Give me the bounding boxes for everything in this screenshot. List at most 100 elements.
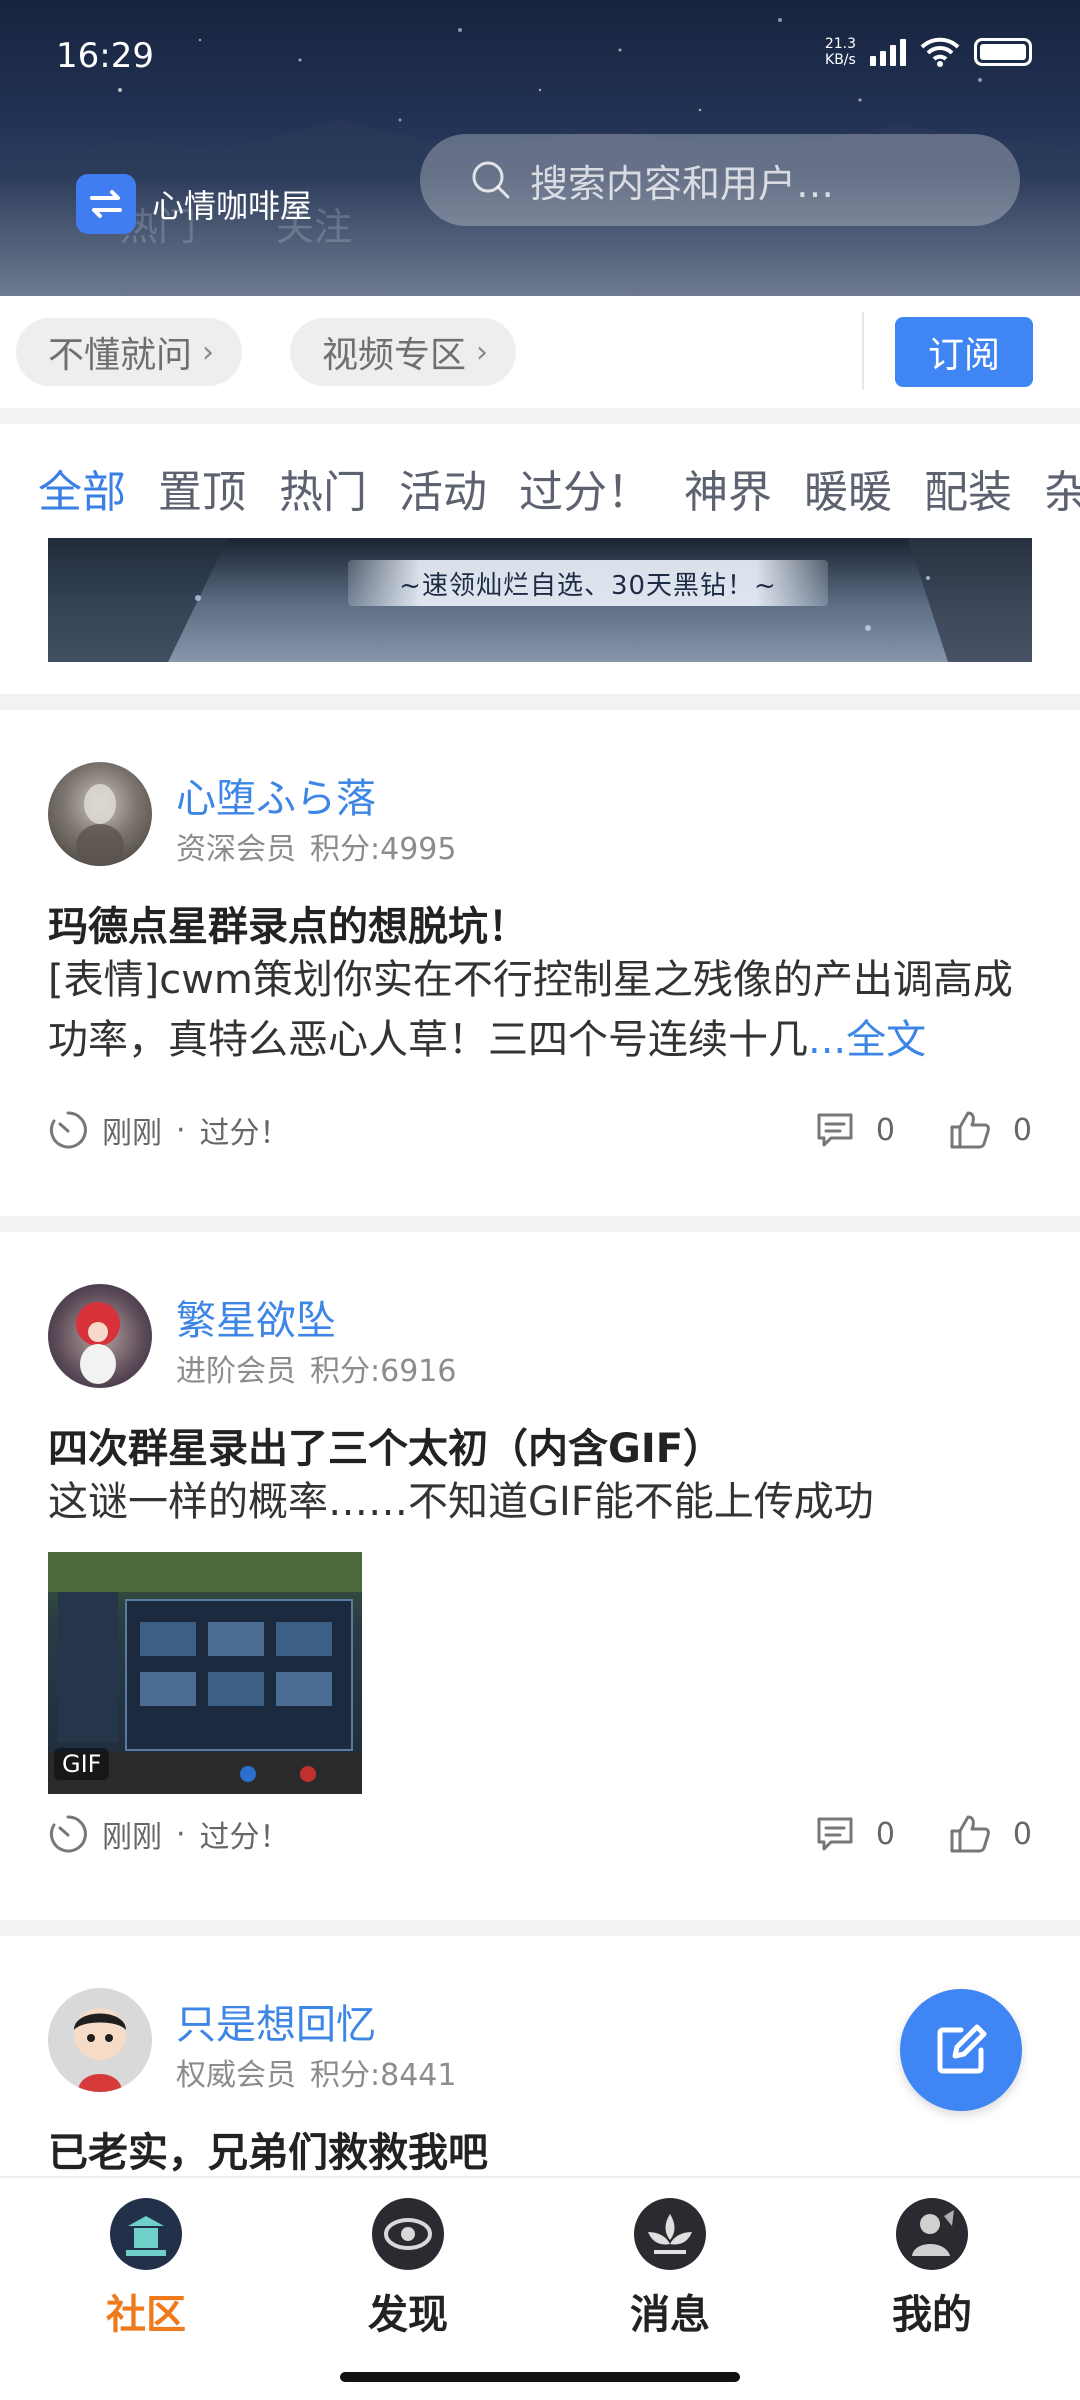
- comment-button[interactable]: 0: [816, 1816, 895, 1852]
- network-speed-unit: KB/s: [825, 52, 856, 68]
- comment-count: 0: [875, 1112, 895, 1148]
- tab-misc[interactable]: 杂: [1044, 456, 1080, 520]
- promo-banner[interactable]: ~速领灿烂自选、30天黑钻！~: [48, 538, 1032, 662]
- profile-icon: [896, 2198, 968, 2270]
- like-button[interactable]: 0: [949, 1814, 1032, 1854]
- read-more-link[interactable]: ...全文: [808, 1017, 926, 1063]
- tab-hot[interactable]: 热门: [279, 456, 367, 520]
- member-points: 积分:8441: [310, 2058, 457, 2093]
- discover-icon: [372, 2198, 444, 2270]
- post-board[interactable]: 过分！: [200, 1108, 290, 1152]
- user-name[interactable]: 只是想回忆: [176, 1992, 376, 2050]
- post-footer: 刚刚 · 过分！ 0 0: [48, 1108, 1032, 1152]
- community-icon: [110, 2198, 182, 2270]
- forum-name: 心情咖啡屋: [152, 187, 313, 225]
- post-title[interactable]: 已老实，兄弟们救救我吧: [48, 2120, 488, 2178]
- post-footer: 刚刚 · 过分！ 0 0: [48, 1812, 1032, 1856]
- post-title[interactable]: 四次群星录出了三个太初（内含GIF）: [48, 1416, 723, 1474]
- search-placeholder: 搜索内容和用户…: [530, 161, 835, 206]
- avatar[interactable]: [48, 1284, 152, 1388]
- home-indicator[interactable]: [340, 2372, 740, 2382]
- chevron-right-icon: ›: [202, 334, 215, 370]
- member-points: 积分:4995: [310, 832, 457, 867]
- chip-label: 不懂就问: [48, 335, 193, 376]
- member-level: 资深会员: [176, 832, 296, 867]
- tab-god-realm[interactable]: 神界: [684, 456, 772, 520]
- user-name[interactable]: 心堕ふら落: [176, 766, 376, 824]
- avatar[interactable]: [48, 1988, 152, 2092]
- header-banner: 16:29 21.3 KB/s 热门 关注 心情咖啡屋 搜索内容和用户…: [0, 0, 1080, 296]
- user-meta: 进阶会员 积分:6916: [176, 1346, 456, 1390]
- post-image[interactable]: GIF: [48, 1552, 362, 1794]
- thumbs-up-icon: [950, 1111, 990, 1149]
- cellular-signal-icon: [870, 38, 906, 66]
- subscribe-button[interactable]: 订阅: [895, 317, 1033, 387]
- member-points: 积分:6916: [310, 1354, 457, 1389]
- nav-community[interactable]: 社区: [56, 2196, 236, 2340]
- messages-icon: [634, 2198, 706, 2270]
- status-bar: 16:29 21.3 KB/s: [0, 0, 1080, 110]
- comment-button[interactable]: 0: [816, 1112, 895, 1148]
- post-card[interactable]: 繁星欲坠 进阶会员 积分:6916 四次群星录出了三个太初（内含GIF） 这谜一…: [0, 1232, 1080, 1920]
- dot-separator: ·: [176, 1816, 186, 1852]
- post-stats: 0 0: [816, 1814, 1032, 1854]
- tab-all[interactable]: 全部: [38, 456, 126, 520]
- post-body[interactable]: [表情]cwm策划你实在不行控制星之残像的产出调高成功率，真特么恶心人草！三四个…: [48, 950, 1038, 1070]
- like-count: 0: [1012, 1816, 1032, 1852]
- member-level: 权威会员: [176, 2058, 296, 2093]
- section-gap: [0, 1216, 1080, 1232]
- status-indicators: 21.3 KB/s: [825, 36, 1032, 68]
- post-card[interactable]: 心堕ふら落 资深会员 积分:4995 玛德点星群录点的想脱坑！ [表情]cwm策…: [0, 710, 1080, 1216]
- tab-pinned[interactable]: 置顶: [158, 456, 246, 520]
- user-name[interactable]: 繁星欲坠: [176, 1288, 336, 1346]
- forum-switch-button[interactable]: 心情咖啡屋: [76, 174, 312, 234]
- post-title[interactable]: 玛德点星群录点的想脱坑！: [48, 894, 528, 952]
- edit-icon: [937, 2024, 987, 2074]
- tab-nuannuan[interactable]: 暖暖: [804, 456, 892, 520]
- post-time: 刚刚: [102, 1820, 162, 1855]
- nav-discover[interactable]: 发现: [318, 2196, 498, 2340]
- switch-arrows-icon: [76, 174, 136, 234]
- status-time: 16:29: [56, 36, 154, 76]
- comment-count: 0: [875, 1816, 895, 1852]
- nav-label: 发现: [368, 2292, 448, 2338]
- post-time-board: 刚刚 · 过分！: [48, 1812, 290, 1856]
- user-meta: 权威会员 积分:8441: [176, 2050, 456, 2094]
- divider: [862, 312, 864, 390]
- post-board[interactable]: 过分！: [200, 1812, 290, 1856]
- network-speed-value: 21.3: [824, 36, 856, 52]
- post-time: 刚刚: [102, 1116, 162, 1151]
- tab-events[interactable]: 活动: [399, 456, 487, 520]
- tab-overboard[interactable]: 过分！: [519, 456, 651, 520]
- battery-icon: [974, 38, 1032, 66]
- chip-video-zone[interactable]: 视频专区 ›: [290, 318, 517, 386]
- section-gap: [0, 1920, 1080, 1936]
- wifi-icon: [920, 37, 960, 67]
- nav-label: 我的: [892, 2292, 972, 2338]
- chip-ask-questions[interactable]: 不懂就问 ›: [16, 318, 243, 386]
- nav-profile[interactable]: 我的: [842, 2196, 1022, 2340]
- post-time-board: 刚刚 · 过分！: [48, 1108, 290, 1152]
- like-count: 0: [1012, 1112, 1032, 1148]
- tab-gear[interactable]: 配装: [924, 456, 1012, 520]
- network-speed: 21.3 KB/s: [825, 36, 856, 68]
- thumbs-up-icon: [950, 1815, 990, 1853]
- like-button[interactable]: 0: [949, 1110, 1032, 1150]
- search-input[interactable]: 搜索内容和用户…: [420, 134, 1020, 226]
- dot-separator: ·: [176, 1112, 186, 1148]
- compose-post-button[interactable]: [900, 1989, 1022, 2111]
- bottom-navigation: 社区 发现 消息 我的: [0, 2176, 1080, 2400]
- member-level: 进阶会员: [176, 1354, 296, 1389]
- section-gap: [0, 408, 1080, 424]
- clock-icon: [49, 1815, 87, 1853]
- chip-label: 视频专区: [322, 335, 467, 376]
- nav-messages[interactable]: 消息: [580, 2196, 760, 2340]
- clock-icon: [49, 1111, 87, 1149]
- comment-icon: [817, 1817, 853, 1851]
- post-body[interactable]: 这谜一样的概率……不知道GIF能不能上传成功: [48, 1472, 1038, 1532]
- banner-text: ~速领灿烂自选、30天黑钻！~: [348, 560, 828, 606]
- nav-label: 社区: [106, 2292, 186, 2338]
- comment-icon: [817, 1113, 853, 1147]
- avatar[interactable]: [48, 762, 152, 866]
- category-tabs: 全部 置顶 热门 活动 过分！ 神界 暖暖 配装 杂: [0, 424, 1080, 536]
